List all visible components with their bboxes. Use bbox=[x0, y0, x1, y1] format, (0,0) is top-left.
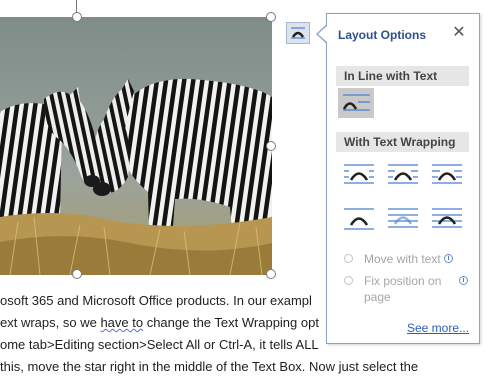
doc-line-1: osoft 365 and Microsoft Office products.… bbox=[0, 293, 312, 308]
inline-with-text-icon bbox=[342, 94, 370, 111]
zebra-image[interactable] bbox=[0, 17, 272, 275]
fix-position-label-2: page bbox=[364, 290, 391, 304]
top-bottom-wrap-option[interactable] bbox=[341, 203, 377, 233]
top-bottom-wrap-icon bbox=[344, 208, 374, 230]
panel-pointer-fill bbox=[318, 25, 328, 43]
fix-position-label-1: Fix position on bbox=[364, 274, 442, 288]
resize-handle-bottom[interactable] bbox=[72, 269, 82, 279]
grammar-flag[interactable]: have to bbox=[100, 315, 143, 330]
resize-handle-top[interactable] bbox=[72, 12, 82, 22]
doc-line-2a: ext wraps, so we bbox=[0, 315, 101, 330]
close-icon[interactable]: ✕ bbox=[451, 24, 467, 42]
through-wrap-option[interactable] bbox=[429, 159, 465, 189]
info-icon[interactable]: i bbox=[444, 254, 453, 263]
tight-wrap-option[interactable] bbox=[385, 159, 421, 189]
square-wrap-icon bbox=[344, 164, 374, 184]
fix-position-radio[interactable] bbox=[344, 276, 353, 285]
doc-line-3: ome tab>Editing section>Select All or Ct… bbox=[0, 337, 319, 352]
tight-wrap-icon bbox=[388, 164, 418, 184]
wrapping-section-header: With Text Wrapping bbox=[336, 132, 469, 152]
see-more-link[interactable]: See more... bbox=[407, 321, 469, 335]
doc-line-4: this, move the star right in the middle … bbox=[0, 359, 419, 374]
move-with-text-label: Move with text bbox=[364, 252, 441, 266]
layout-options-button[interactable] bbox=[286, 22, 310, 44]
doc-line-2: ext wraps, so we have to change the Text… bbox=[0, 312, 330, 334]
through-wrap-icon bbox=[432, 164, 462, 184]
move-with-text-radio[interactable] bbox=[344, 254, 353, 263]
behind-text-icon bbox=[388, 208, 418, 228]
inline-with-text-option[interactable] bbox=[338, 88, 374, 118]
behind-text-option[interactable] bbox=[385, 203, 421, 233]
resize-handle-top-right[interactable] bbox=[266, 12, 276, 22]
document-body[interactable]: osoft 365 and Microsoft Office products.… bbox=[0, 290, 419, 378]
resize-handle-bottom-right[interactable] bbox=[266, 269, 276, 279]
layout-options-panel: Layout Options ✕ In Line with Text With … bbox=[326, 13, 480, 344]
resize-handle-right[interactable] bbox=[266, 141, 276, 151]
in-front-of-text-option[interactable] bbox=[429, 203, 465, 233]
panel-title: Layout Options bbox=[338, 28, 426, 42]
in-front-of-text-icon bbox=[432, 208, 462, 228]
move-with-text-option[interactable]: Move with text i bbox=[344, 252, 474, 268]
doc-line-2c: change the Text Wrapping opt bbox=[143, 315, 319, 330]
square-wrap-option[interactable] bbox=[341, 159, 377, 189]
info-icon[interactable]: i bbox=[459, 276, 468, 285]
fix-position-option[interactable]: Fix position on page i bbox=[344, 274, 474, 306]
inline-section-header: In Line with Text bbox=[336, 66, 469, 86]
